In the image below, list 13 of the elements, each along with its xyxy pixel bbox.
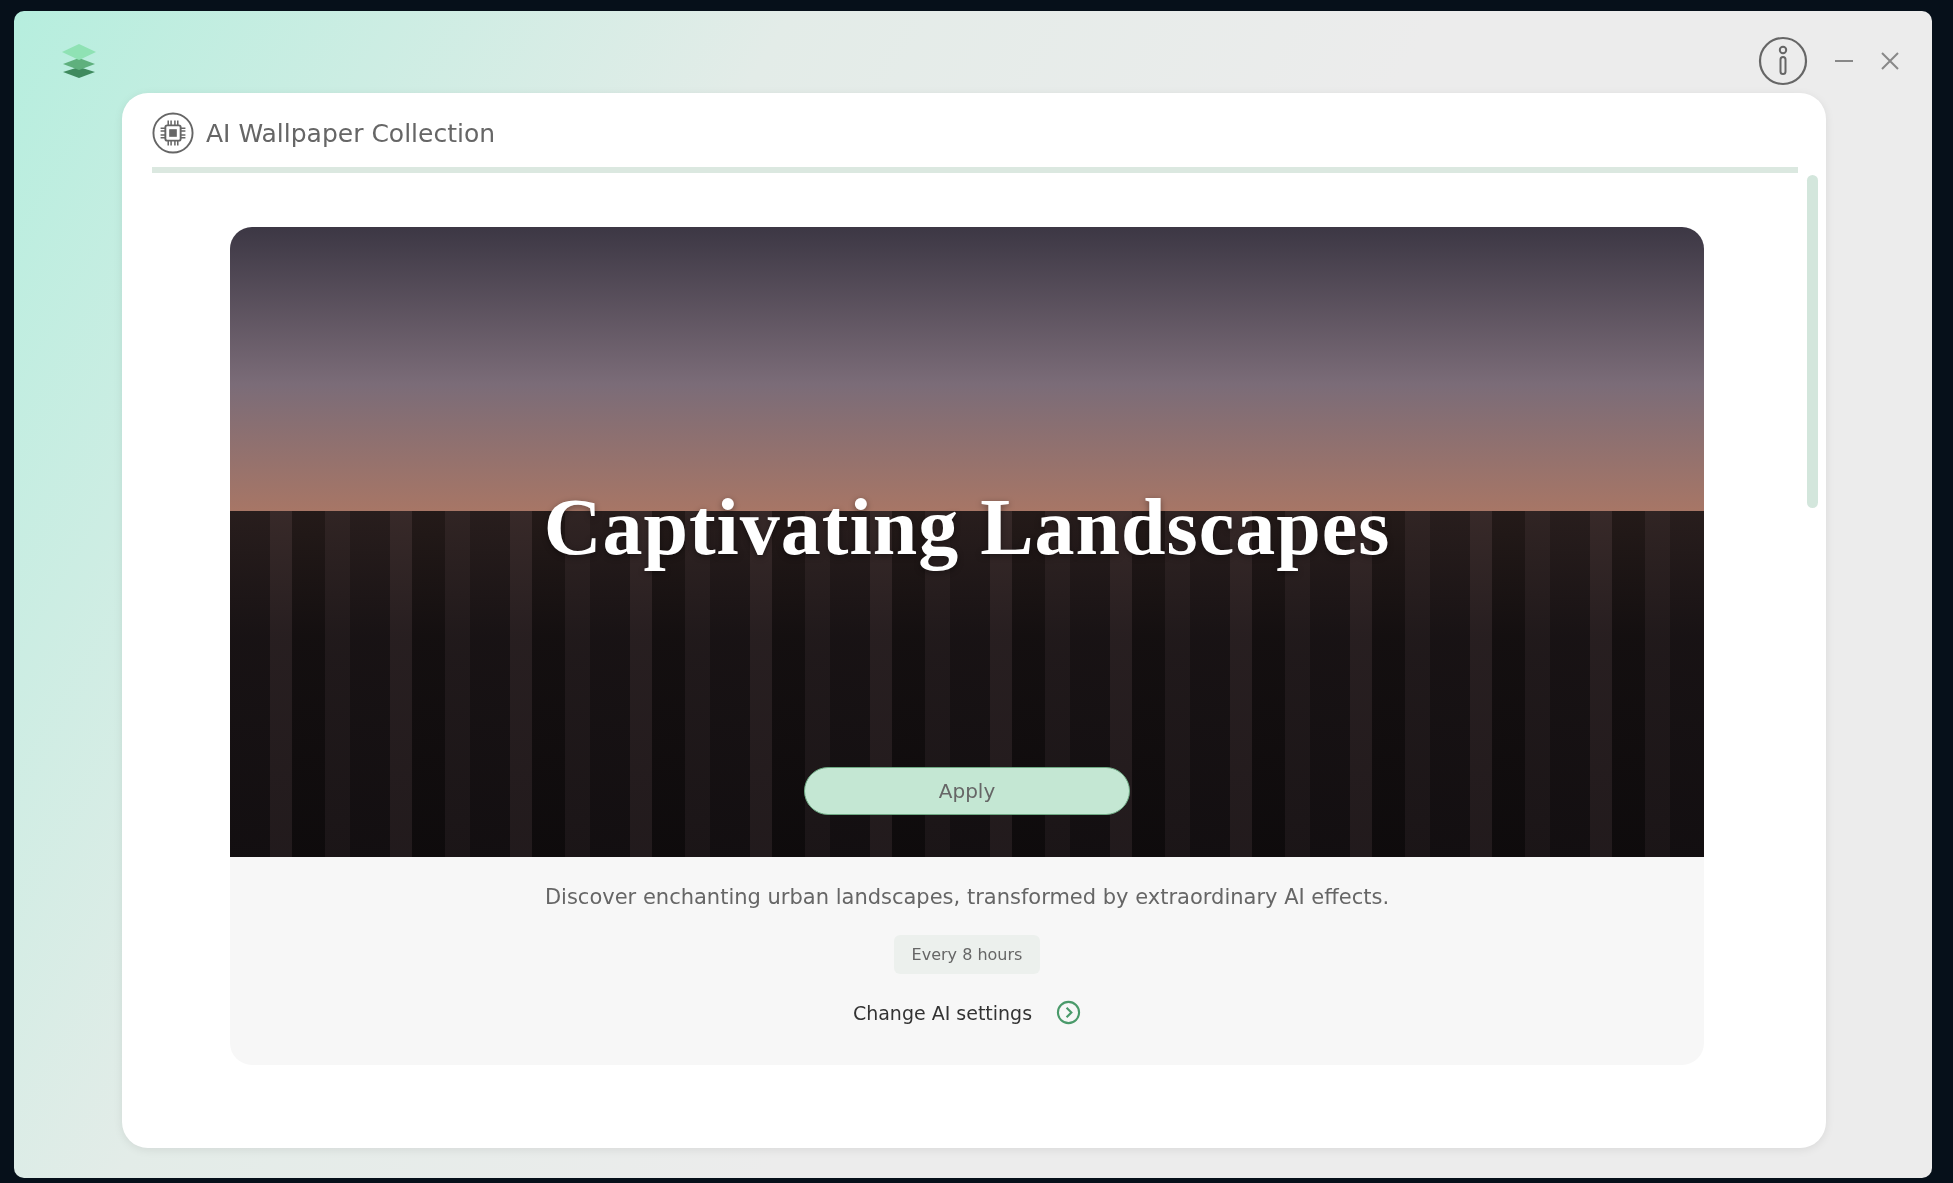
minimize-icon[interactable] xyxy=(1834,59,1854,63)
apply-button[interactable]: Apply xyxy=(804,767,1130,815)
close-icon[interactable] xyxy=(1880,51,1900,71)
wallpaper-description: Discover enchanting urban landscapes, transformed by extraordinary AI effects. xyxy=(544,885,1390,909)
interval-tag: Every 8 hours xyxy=(893,935,1041,974)
stacked-layers-icon xyxy=(60,43,98,79)
scrollbar[interactable] xyxy=(1807,175,1818,508)
chevron-circle-icon[interactable] xyxy=(1056,1000,1082,1025)
wallpaper-title: Captivating Landscapes xyxy=(543,482,1391,573)
change-settings-link[interactable]: Change AI settings xyxy=(852,1001,1033,1024)
chip-icon xyxy=(152,112,194,154)
info-icon[interactable] xyxy=(1758,36,1808,86)
card-title: AI Wallpaper Collection xyxy=(206,118,496,148)
